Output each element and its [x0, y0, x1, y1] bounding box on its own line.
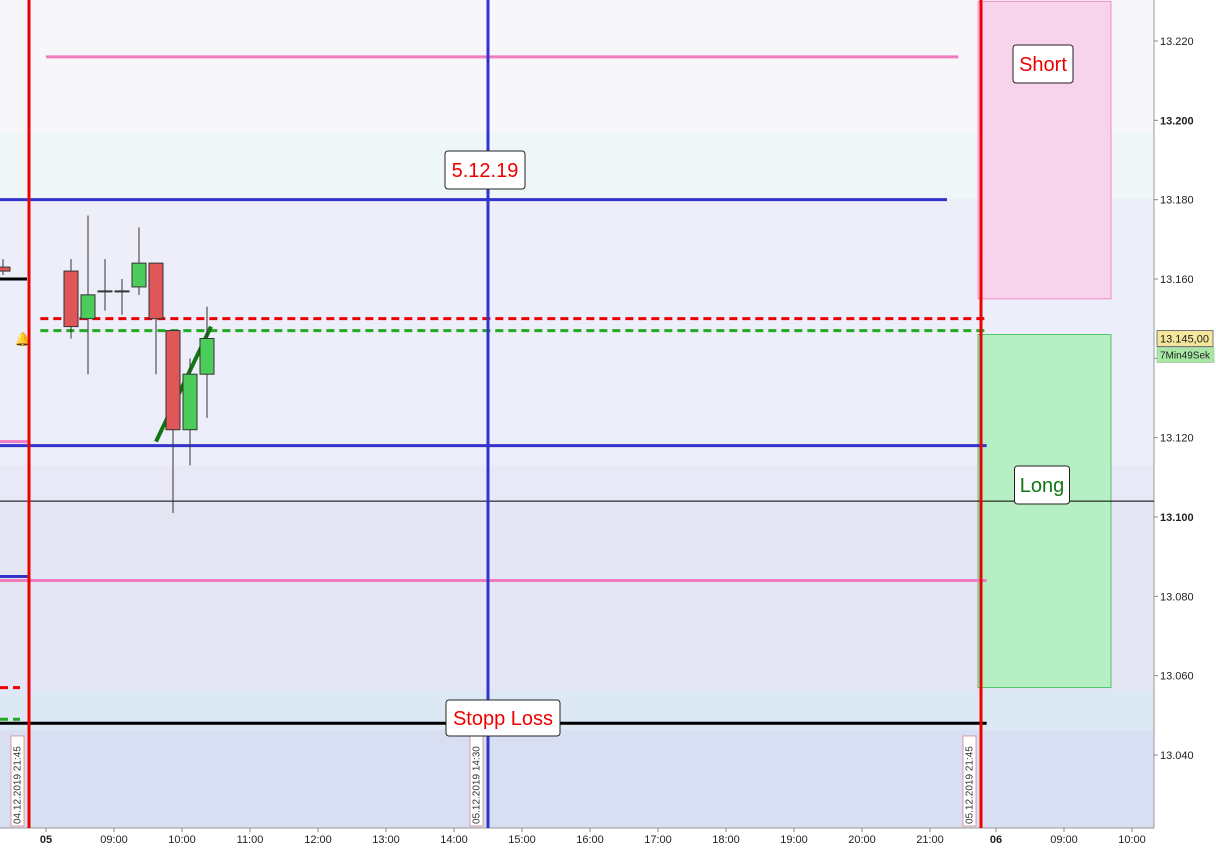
price-tick-label: 13.200: [1160, 115, 1194, 127]
long-label: Long: [1020, 475, 1065, 497]
candle-body: [80, 294, 96, 320]
candle-body: [148, 262, 164, 320]
vertical-line-label: 05.12.2019 21:45: [965, 746, 976, 824]
price-marker: 13.145,00: [1160, 334, 1209, 346]
time-tick-label: 09:00: [100, 834, 128, 846]
axis-background: [1154, 0, 1216, 852]
candle-body: [199, 338, 215, 375]
vertical-line-label: 04.12.2019 21:45: [13, 746, 24, 824]
time-tick-label: 05: [40, 834, 52, 846]
time-tick-label: 15:00: [508, 834, 536, 846]
time-tick-label: 10:00: [168, 834, 196, 846]
candle-body: [97, 290, 113, 293]
price-tick-label: 13.220: [1160, 36, 1194, 48]
price-tick-label: 13.080: [1160, 591, 1194, 603]
trading-chart[interactable]: 🔔 04.12.2019 21:45 05.12.2019 14:30 05.12.…: [0, 0, 1216, 852]
time-tick-label: 17:00: [644, 834, 672, 846]
time-tick-label: 13:00: [372, 834, 400, 846]
price-tick-label: 13.120: [1160, 433, 1194, 445]
trade-zones: [977, 0, 1112, 689]
candle-body: [63, 270, 79, 328]
time-tick-label: 06: [990, 834, 1002, 846]
date-label: 5.12.19: [452, 160, 519, 182]
candle-body: [165, 330, 181, 431]
price-tick-label: 13.160: [1160, 274, 1194, 286]
candle-body: [131, 262, 147, 288]
time-tick-label: 10:00: [1118, 834, 1146, 846]
price-tick-label: 13.100: [1160, 512, 1194, 524]
candle-body: [114, 290, 130, 293]
short-label: Short: [1019, 54, 1067, 76]
price-tick-label: 13.040: [1160, 750, 1194, 762]
time-tick-label: 09:00: [1050, 834, 1078, 846]
time-tick-label: 14:00: [440, 834, 468, 846]
stop-loss-label: Stopp Loss: [453, 708, 553, 730]
vertical-line-label: 05.12.2019 14:30: [472, 746, 483, 824]
time-tick-label: 12:00: [304, 834, 332, 846]
long-zone: [977, 334, 1112, 689]
time-tick-label: 19:00: [780, 834, 808, 846]
price-tick-label: 13.060: [1160, 671, 1194, 683]
chart-svg[interactable]: 🔔 04.12.2019 21:45 05.12.2019 14:30 05.12.…: [0, 0, 1216, 852]
price-tick-label: 13.180: [1160, 195, 1194, 207]
candle-body: [182, 373, 198, 431]
candle-body: [0, 266, 11, 272]
time-tick-label: 16:00: [576, 834, 604, 846]
time-tick-label: 20:00: [848, 834, 876, 846]
time-tick-label: 18:00: [712, 834, 740, 846]
time-tick-label: 21:00: [916, 834, 944, 846]
countdown-label: 7Min49Sek: [1160, 351, 1211, 362]
time-tick-label: 11:00: [237, 834, 264, 846]
